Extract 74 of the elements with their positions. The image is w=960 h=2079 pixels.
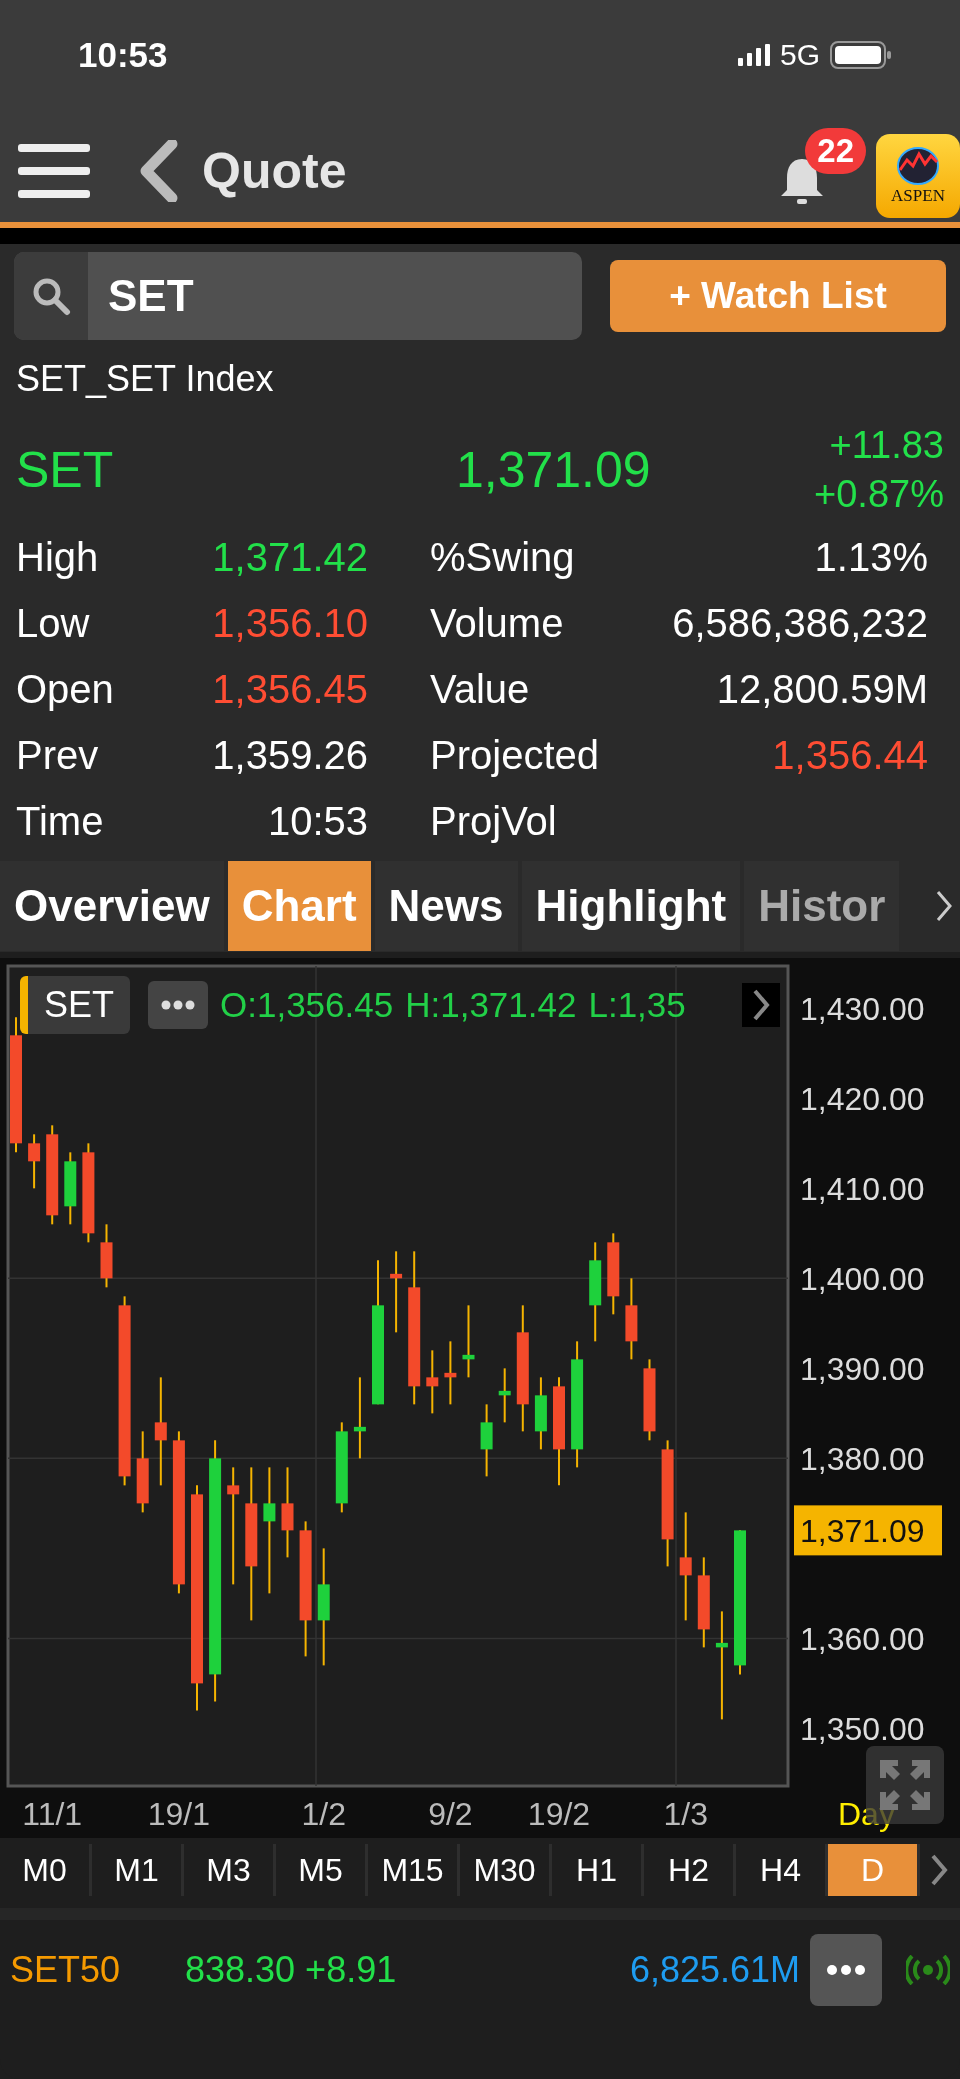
stat-value: 6,586,386,232 (672, 600, 928, 646)
signal-icon (737, 44, 770, 66)
status-time: 10:53 (78, 35, 168, 75)
stat-label: Prev (16, 732, 99, 778)
network-label: 5G (779, 38, 820, 72)
candle (426, 1349, 439, 1415)
axis-label: 1,390.00 (800, 1351, 925, 1388)
broadcast-icon (906, 1955, 950, 1985)
axis-label: 1,430.00 (800, 991, 925, 1028)
price-tag: 1,371.09 (794, 1505, 942, 1556)
stat-value: 1.13% (814, 534, 928, 580)
percent-change: +0.87% (814, 473, 944, 516)
back-icon[interactable] (138, 140, 178, 202)
last-price: 1,371.09 (456, 441, 652, 499)
axis-label: 1,410.00 (800, 1171, 925, 1208)
chart-symbol-chip[interactable]: SET (20, 976, 130, 1034)
ohlc-value: L:1,35 (588, 985, 686, 1025)
tab[interactable]: Histor (744, 861, 900, 951)
candle (498, 1367, 511, 1424)
stat-label: %Swing (430, 534, 575, 580)
axis-label: 11/1 (22, 1796, 83, 1832)
tab[interactable]: Overview (0, 861, 224, 951)
stat-label: Volume (430, 600, 564, 646)
axis-label: 1,350.00 (800, 1711, 925, 1748)
notification-badge: 22 (805, 128, 866, 174)
more-button[interactable] (148, 981, 208, 1029)
page-title: Quote (202, 142, 347, 200)
axis-label: 9/2 (428, 1796, 473, 1832)
candle (28, 1133, 41, 1190)
candle (444, 1340, 457, 1406)
more-icon (161, 1000, 195, 1010)
stat-value: 10:53 (267, 798, 368, 844)
globe-icon (895, 146, 941, 186)
search-field[interactable]: SET (14, 252, 582, 340)
stat-label: ProjVol (430, 798, 557, 844)
axis-label: 19/2 (527, 1796, 591, 1832)
period-label: Day (838, 1796, 895, 1832)
ticker-value: 6,825.61M (629, 1949, 800, 1991)
ticker-symbol: SET50 (10, 1949, 122, 1991)
menu-icon[interactable] (18, 142, 90, 200)
ohlc-value: H:1,371.42 (405, 985, 577, 1025)
stat-label: Value (430, 666, 530, 712)
tab[interactable]: Highlight (521, 861, 741, 951)
stat-label: Low (16, 600, 90, 646)
axis-label: 19/1 (147, 1796, 211, 1832)
axis-label: 1/3 (663, 1796, 708, 1832)
tab[interactable]: News (374, 861, 518, 951)
more-icon (826, 1964, 866, 1976)
stat-value: 12,800.59M (716, 666, 928, 712)
price-change: +11.83 (829, 424, 944, 467)
stat-label: Open (16, 666, 114, 712)
ticker-price: 838.30 +8.91 (185, 1949, 398, 1991)
more-button[interactable] (810, 1934, 882, 2006)
symbol-label: SET (16, 441, 115, 499)
axis-label: 1,420.00 (800, 1081, 925, 1118)
stat-value: 1,371.42 (212, 534, 368, 580)
ohlc-value: O:1,356.45 (220, 985, 394, 1025)
candle (100, 1223, 113, 1289)
symbol-name: SET_SET Index (15, 357, 275, 401)
stat-label: High (16, 534, 99, 580)
stat-label: Time (16, 798, 104, 844)
stat-value: 1,356.44 (772, 732, 928, 778)
axis-label: 1,400.00 (800, 1261, 925, 1298)
chevron-right-icon[interactable] (742, 983, 780, 1027)
app-logo[interactable]: ASPEN (876, 134, 960, 218)
stat-label: Projected (430, 732, 599, 778)
stat-value: 1,356.45 (212, 666, 368, 712)
stat-value: 1,356.10 (212, 600, 368, 646)
axis-label: 1,380.00 (800, 1441, 925, 1478)
axis-label: 1,360.00 (800, 1621, 925, 1658)
axis-label: 1/2 (301, 1796, 346, 1832)
battery-icon (830, 41, 892, 69)
stat-value: 1,359.26 (212, 732, 368, 778)
search-icon (31, 276, 71, 316)
